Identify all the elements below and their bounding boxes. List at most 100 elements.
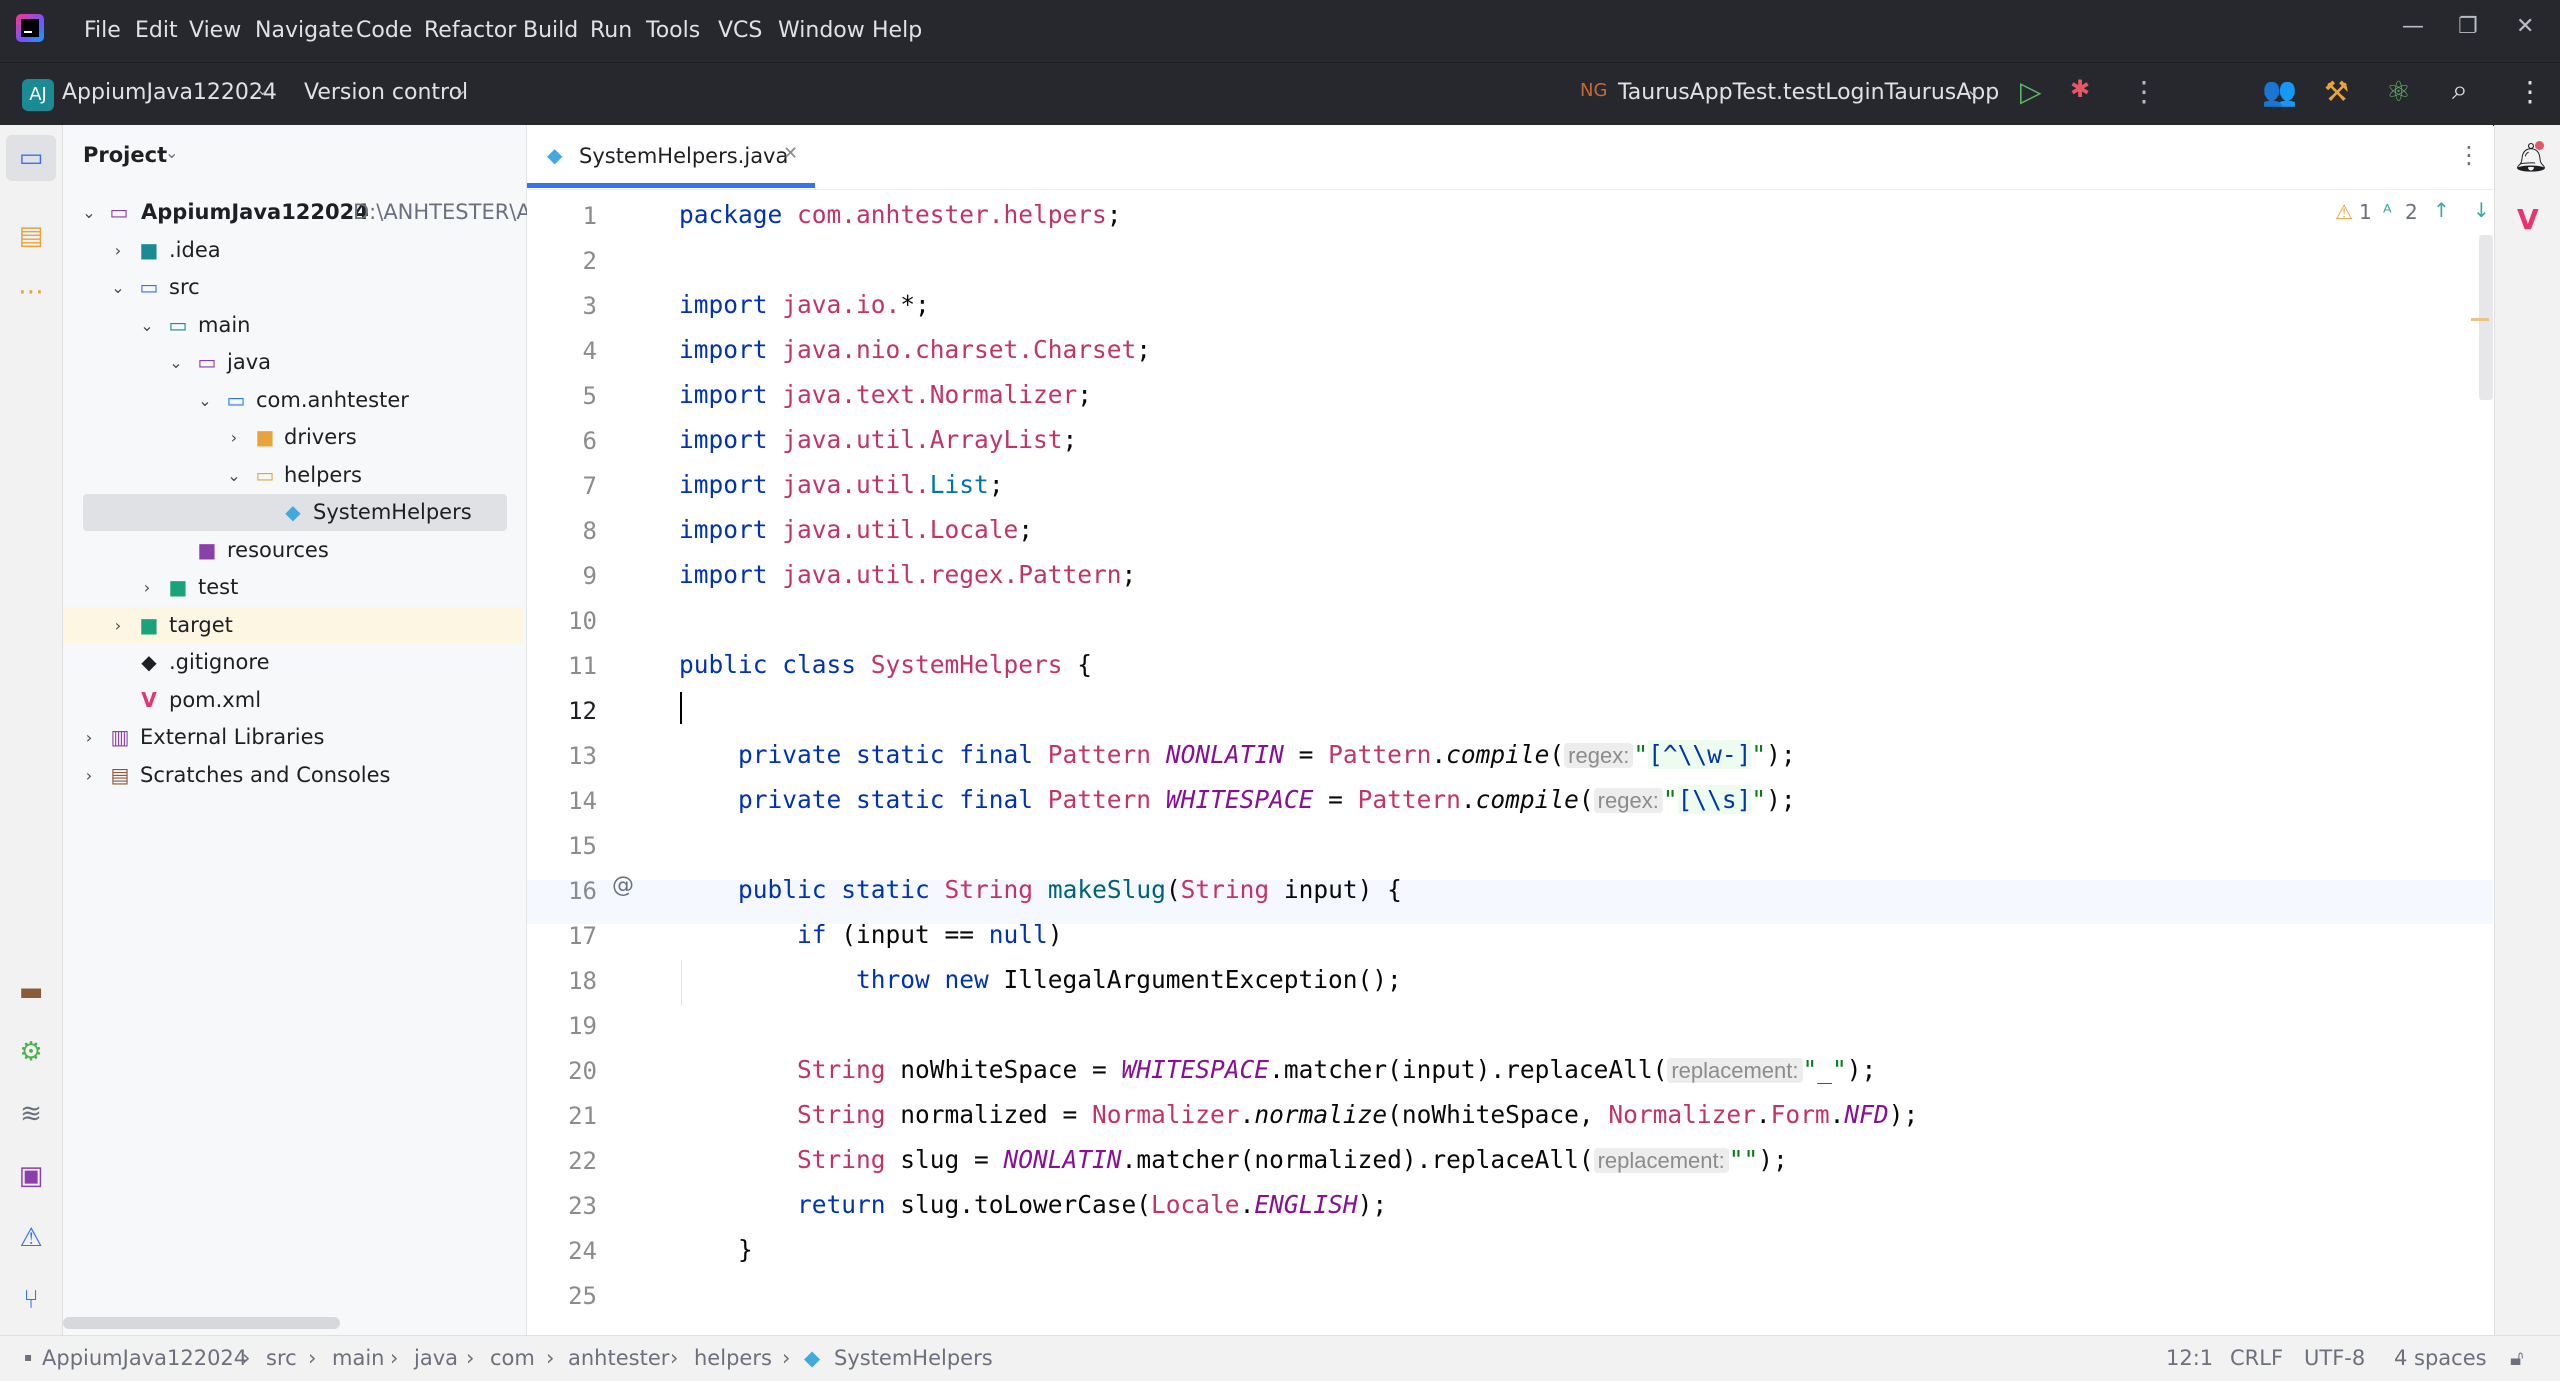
menu-refactor[interactable]: Refactor: [424, 18, 516, 43]
menu-code[interactable]: Code: [356, 18, 412, 43]
breadcrumb-item[interactable]: src: [266, 1346, 297, 1370]
menu-vcs[interactable]: VCS: [718, 18, 762, 43]
tree-item-drivers[interactable]: › ■ drivers: [63, 419, 523, 456]
project-tool-icon[interactable]: ▭: [14, 141, 48, 175]
chevron-right-icon[interactable]: ›: [108, 232, 128, 269]
file-encoding[interactable]: UTF-8: [2304, 1346, 2365, 1370]
menu-navigate[interactable]: Navigate: [255, 18, 354, 43]
tree-item-gitignore[interactable]: ◆ .gitignore: [63, 644, 523, 681]
terminal-icon[interactable]: ▣: [14, 1159, 48, 1193]
menu-run[interactable]: Run: [590, 18, 632, 43]
chevron-down-icon[interactable]: ⌄: [1966, 80, 1979, 99]
chevron-down-icon[interactable]: ⌄: [224, 457, 244, 494]
chevron-right-icon[interactable]: ›: [224, 419, 244, 456]
git-branch-icon[interactable]: ⑂: [14, 1283, 48, 1317]
caret-position[interactable]: 12:1: [2166, 1346, 2213, 1370]
tree-item-target[interactable]: › ■ target: [63, 607, 523, 644]
chevron-down-icon[interactable]: ⌄: [195, 382, 215, 419]
tree-item-helpers[interactable]: ⌄ ▭ helpers: [63, 457, 523, 494]
services-gear-icon[interactable]: ⚙: [14, 1035, 48, 1069]
chevron-down-icon[interactable]: ⌄: [454, 80, 467, 99]
close-icon[interactable]: ✕: [2516, 14, 2534, 39]
breadcrumb-item[interactable]: AppiumJava122024: [42, 1346, 247, 1370]
tree-item-resources[interactable]: ■ resources: [63, 532, 523, 569]
horizontal-scrollbar[interactable]: [63, 1317, 340, 1329]
chevron-right-icon[interactable]: ›: [79, 719, 99, 756]
tree-item-main[interactable]: ⌄ ▭ main: [63, 307, 523, 344]
maven-tool-icon[interactable]: V: [2517, 203, 2539, 236]
project-badge[interactable]: AJ: [22, 79, 54, 111]
app-logo-icon[interactable]: [16, 14, 44, 42]
breadcrumb-item[interactable]: anhtester: [568, 1346, 669, 1370]
code-editor[interactable]: 1 2 3 4 5 6 7 8 9 10 11 12 13 14 15 16 1…: [527, 190, 2493, 1335]
warning-marker[interactable]: [2471, 318, 2489, 321]
line-number: 13: [568, 742, 597, 770]
tree-item-java[interactable]: ⌄ ▭ java: [63, 344, 523, 381]
previous-highlight-icon[interactable]: ↑: [2433, 198, 2450, 222]
breadcrumb-item[interactable]: main: [332, 1346, 384, 1370]
chevron-right-icon[interactable]: ›: [108, 607, 128, 644]
chevron-down-icon[interactable]: ⌄: [108, 269, 128, 306]
structure-tool-icon[interactable]: ▤: [14, 219, 48, 253]
chevron-right-icon[interactable]: ›: [79, 757, 99, 794]
breadcrumb-item[interactable]: java: [414, 1346, 458, 1370]
indent-setting[interactable]: 4 spaces: [2394, 1346, 2487, 1370]
tree-item-idea[interactable]: › ■ .idea: [63, 232, 523, 269]
run-icon[interactable]: ▷: [2020, 75, 2042, 108]
ai-assistant-icon[interactable]: ⚛: [2386, 75, 2411, 108]
implements-gutter-icon[interactable]: @: [612, 873, 634, 898]
chevron-down-icon[interactable]: ⌄: [165, 143, 178, 162]
tab-options-icon[interactable]: ⋮: [2457, 141, 2481, 169]
project-panel-title[interactable]: Project: [83, 143, 167, 167]
search-icon[interactable]: ⌕: [2452, 73, 2468, 107]
tree-item-src[interactable]: ⌄ ▭ src: [63, 269, 523, 306]
more-vertical-icon[interactable]: ⋮: [2516, 75, 2544, 108]
breadcrumb-item[interactable]: helpers: [694, 1346, 772, 1370]
typo-icon[interactable]: ᴬ: [2383, 200, 2392, 224]
tree-item-package[interactable]: ⌄ ▭ com.anhtester: [63, 382, 523, 419]
breadcrumb-item[interactable]: SystemHelpers: [834, 1346, 993, 1370]
next-highlight-icon[interactable]: ↓: [2473, 198, 2490, 222]
minimize-icon[interactable]: —: [2402, 14, 2424, 39]
chevron-down-icon[interactable]: ⌄: [79, 194, 99, 231]
menu-file[interactable]: File: [84, 18, 121, 43]
run-config-selector[interactable]: TaurusAppTest.testLoginTaurusApp: [1618, 80, 1999, 105]
restore-icon[interactable]: ❐: [2458, 14, 2478, 39]
warning-icon[interactable]: ⚠: [2335, 200, 2353, 224]
vcs-selector[interactable]: Version control: [304, 80, 468, 105]
tree-item-test[interactable]: › ■ test: [63, 569, 523, 606]
typo-count[interactable]: 2: [2405, 200, 2418, 224]
layers-icon[interactable]: ≋: [14, 1097, 48, 1131]
more-tools-icon[interactable]: ⋯: [14, 275, 48, 309]
chevron-right-icon[interactable]: ›: [137, 569, 157, 606]
tree-item-scratches[interactable]: › ▤ Scratches and Consoles: [63, 757, 523, 794]
menu-view[interactable]: View: [189, 18, 241, 43]
tree-item-external-libraries[interactable]: › ▥ External Libraries: [63, 719, 523, 756]
menu-build[interactable]: Build: [523, 18, 578, 43]
chevron-down-icon[interactable]: ⌄: [256, 80, 269, 99]
folder-icon: ▭: [139, 275, 159, 299]
breadcrumb-item[interactable]: com: [490, 1346, 535, 1370]
problems-icon[interactable]: ⚠: [14, 1221, 48, 1255]
debug-icon[interactable]: ✱: [2070, 75, 2090, 103]
warning-count[interactable]: 1: [2359, 200, 2372, 224]
tab-systemhelpers[interactable]: ◆ SystemHelpers.java ✕: [527, 125, 815, 189]
menu-window[interactable]: Window: [778, 18, 865, 43]
code-with-me-icon[interactable]: 👥: [2262, 75, 2297, 108]
build-tools-icon[interactable]: ⚒: [2324, 75, 2349, 108]
project-selector[interactable]: AppiumJava122024: [62, 80, 277, 105]
tree-root[interactable]: ⌄ ▭ AppiumJava122024 D:\ANHTESTER\Ap: [63, 194, 544, 231]
menu-help[interactable]: Help: [872, 18, 922, 43]
menu-edit[interactable]: Edit: [135, 18, 178, 43]
more-vertical-icon[interactable]: ⋮: [2130, 75, 2158, 108]
tree-item-systemhelpers[interactable]: ◆ SystemHelpers: [83, 494, 507, 531]
bookmarks-icon[interactable]: ▬: [14, 975, 48, 1009]
lock-icon[interactable]: 🔓︎: [2510, 1346, 2524, 1371]
menu-tools[interactable]: Tools: [646, 18, 700, 43]
chevron-down-icon[interactable]: ⌄: [166, 344, 186, 381]
tree-item-pom[interactable]: V pom.xml: [63, 682, 523, 719]
chevron-down-icon[interactable]: ⌄: [137, 307, 157, 344]
tree-item-label: .gitignore: [169, 650, 270, 674]
close-tab-icon[interactable]: ✕: [783, 143, 798, 164]
line-separator[interactable]: CRLF: [2230, 1346, 2283, 1370]
